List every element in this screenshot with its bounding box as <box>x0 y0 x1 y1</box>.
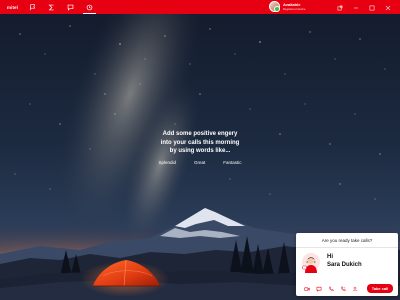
voicemail-icon <box>340 279 346 296</box>
maximize-button[interactable] <box>364 0 380 14</box>
nav-history[interactable] <box>80 0 99 14</box>
close-button[interactable] <box>380 0 396 14</box>
person-illustration <box>301 252 321 274</box>
phone-button[interactable] <box>326 284 335 293</box>
card-actions: Take call <box>296 280 398 296</box>
nav-flag[interactable] <box>23 0 42 14</box>
call-ready-card: Are you ready take calls? Hi Sara Dukich <box>296 233 398 296</box>
suggested-words: Splendid Great Fantastic <box>100 160 300 165</box>
contact-button[interactable] <box>350 284 359 293</box>
flag-icon <box>29 0 36 16</box>
word-splendid: Splendid <box>158 159 176 165</box>
app-window: mitel Available Registered device Add so… <box>0 0 400 300</box>
sigma-icon <box>48 0 55 16</box>
brand-logo: mitel <box>7 4 19 10</box>
minimize-button[interactable] <box>348 0 364 14</box>
presence-device: Registered device <box>283 6 306 11</box>
message-line-3: by using words like... <box>169 148 231 154</box>
message-line-2: into your calls this morning <box>160 139 240 146</box>
message-line-1: Add some positive engery <box>162 131 238 137</box>
nav-chat[interactable] <box>61 0 80 14</box>
greeting: Hi <box>327 254 333 260</box>
history-icon <box>86 0 93 16</box>
video-icon <box>303 279 310 296</box>
avatar <box>269 1 280 12</box>
take-call-button[interactable]: Take call <box>367 283 393 293</box>
close-icon <box>385 0 391 16</box>
card-question: Are you ready take calls? <box>296 233 398 248</box>
nav-sigma[interactable] <box>42 0 61 14</box>
message-button[interactable] <box>314 284 323 293</box>
popout-icon <box>337 0 343 16</box>
presence-status: Available <box>283 1 301 7</box>
presence-indicator[interactable]: Available Registered device <box>269 1 305 12</box>
minimize-icon <box>353 0 359 16</box>
word-great: Great <box>193 159 206 165</box>
voicemail-button[interactable] <box>338 284 347 293</box>
top-bar: mitel Available Registered device <box>0 0 400 14</box>
positive-words-message: Add some positive engery into your calls… <box>100 130 300 165</box>
message-icon <box>316 279 322 296</box>
popout-button[interactable] <box>332 0 348 14</box>
main-nav <box>23 0 99 14</box>
phone-icon <box>328 279 334 296</box>
word-fantastic: Fantastic <box>223 159 242 165</box>
maximize-icon <box>369 0 375 16</box>
contact-icon <box>352 279 358 296</box>
window-controls <box>332 0 396 14</box>
user-name: Sara Dukich <box>327 262 362 268</box>
chat-icon <box>67 0 74 16</box>
video-button[interactable] <box>302 284 311 293</box>
status-dot <box>274 6 280 12</box>
